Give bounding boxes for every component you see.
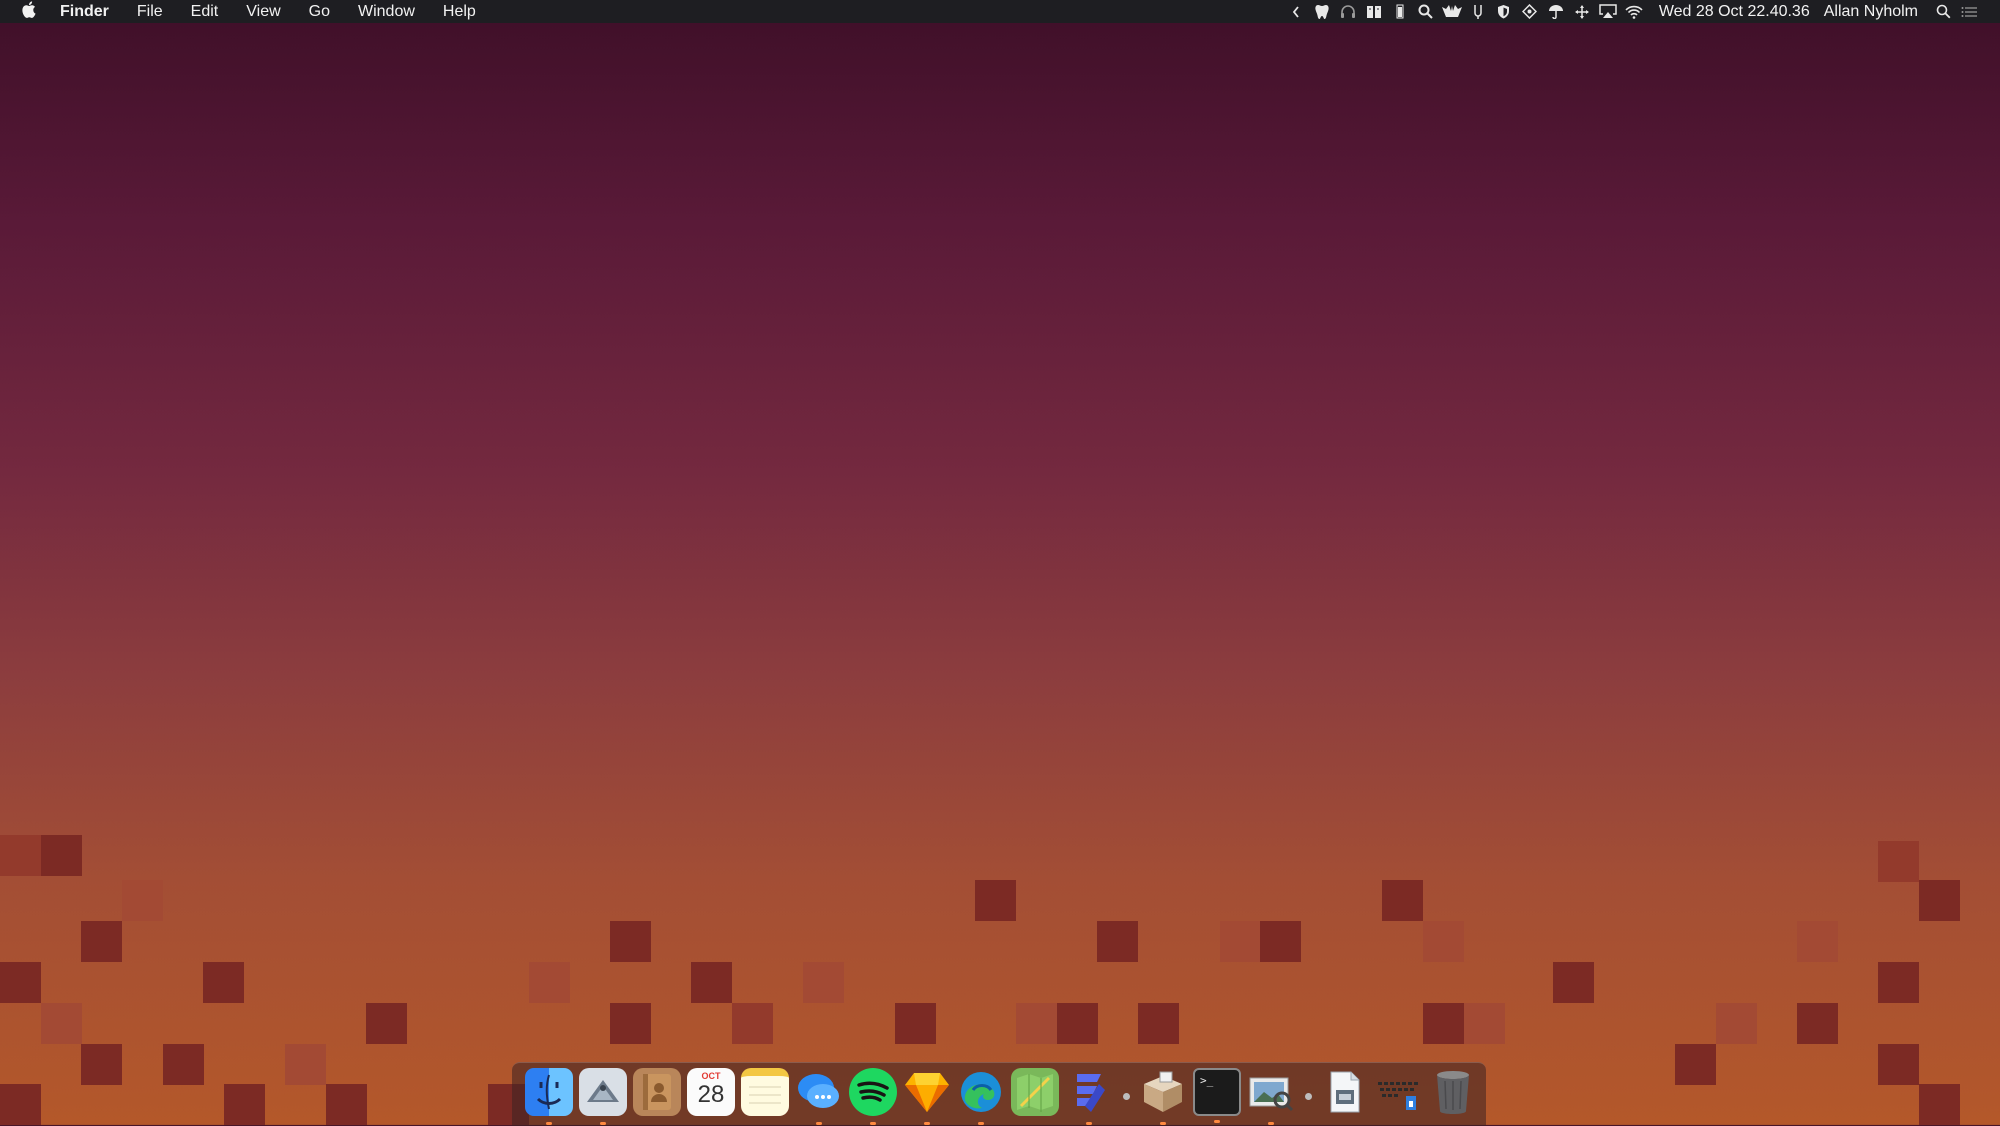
wallpaper-block [803, 962, 844, 1003]
wallpaper-block [1797, 921, 1838, 962]
dock-items: OCT 28 >_ [512, 1063, 1486, 1126]
menu-edit[interactable]: Edit [177, 0, 233, 23]
wallpaper-block [1423, 1003, 1464, 1044]
calendar-month: OCT [701, 1071, 721, 1081]
edge-browser-icon[interactable] [957, 1068, 1005, 1125]
wallpaper-block [41, 835, 82, 876]
notes-icon[interactable] [741, 1068, 789, 1116]
wallpaper-block [1878, 962, 1919, 1003]
wallpaper-block [1382, 880, 1423, 921]
wallpaper-block [732, 1003, 773, 1044]
terminal-icon[interactable]: >_ [1193, 1068, 1241, 1123]
menu-help[interactable]: Help [429, 0, 490, 23]
wifi-icon[interactable] [1621, 0, 1647, 23]
wallpaper-block [1878, 841, 1919, 882]
wallpaper-block [81, 921, 122, 962]
wallpaper-block [610, 921, 651, 962]
chevron-left-icon[interactable] [1283, 0, 1309, 23]
sketch-diamond-icon[interactable] [903, 1068, 951, 1125]
diamond-icon[interactable] [1517, 0, 1543, 23]
wallpaper-block [0, 1084, 41, 1125]
wallpaper-block [1423, 921, 1464, 962]
wallpaper-block [1553, 962, 1594, 1003]
tooth-icon[interactable] [1309, 0, 1335, 23]
wallpaper-block [975, 880, 1016, 921]
menu-user-name[interactable]: Allan Nyholm [1818, 3, 1930, 21]
contacts-book-icon[interactable] [633, 1068, 681, 1116]
book-icon[interactable] [1361, 0, 1387, 23]
menu-file[interactable]: File [123, 0, 177, 23]
wallpaper-block [895, 1003, 936, 1044]
wallpaper-block [0, 835, 41, 876]
usb-icon[interactable] [1465, 0, 1491, 23]
running-indicator [1214, 1120, 1220, 1123]
chat-bubbles-icon[interactable] [795, 1068, 843, 1125]
wallpaper-block [1919, 1084, 1960, 1125]
headphones-icon[interactable] [1335, 0, 1361, 23]
keyboard-icon[interactable] [1375, 1068, 1423, 1116]
wallpaper-block [122, 880, 163, 921]
spotify-icon[interactable] [849, 1068, 897, 1125]
wallpaper-block [0, 962, 41, 1003]
wallpaper-block [1716, 1003, 1757, 1044]
wallpaper-block [1138, 1003, 1179, 1044]
dock-separator [1120, 1063, 1132, 1121]
wallpaper-block [1878, 1044, 1919, 1085]
menu-go[interactable]: Go [295, 0, 344, 23]
wallpaper-block [1220, 921, 1261, 962]
menu-bar: Finder File Edit View Go Window Help Wed… [0, 0, 2000, 23]
menu-window[interactable]: Window [344, 0, 429, 23]
terminal-prompt: >_ [1200, 1074, 1214, 1087]
document-icon[interactable] [1321, 1068, 1369, 1116]
wallpaper-pattern [0, 0, 2000, 1125]
menu-clock[interactable]: Wed 28 Oct 22.40.36 [1647, 3, 1818, 21]
move-arrows-icon[interactable] [1569, 0, 1595, 23]
wallpaper-block [1260, 921, 1301, 962]
wallpaper-block [1675, 1044, 1716, 1085]
search-bolt-icon[interactable] [1413, 0, 1439, 23]
eagle-mail-icon[interactable] [579, 1068, 627, 1125]
apple-logo-icon[interactable] [18, 0, 38, 23]
wallpaper-block [326, 1084, 367, 1125]
maps-icon[interactable] [1011, 1068, 1059, 1116]
wallpaper-block [1057, 1003, 1098, 1044]
hands-icon[interactable] [1439, 0, 1465, 23]
wallpaper-block [1097, 921, 1138, 962]
menu-view[interactable]: View [232, 0, 294, 23]
calendar-day: 28 [697, 1081, 725, 1108]
dock: OCT 28 >_ [512, 1062, 1486, 1126]
wallpaper-block [224, 1084, 265, 1125]
shield-icon[interactable] [1491, 0, 1517, 23]
wallpaper-block [1464, 1003, 1505, 1044]
wallpaper-block [1797, 1003, 1838, 1044]
calendar-icon[interactable]: OCT 28 [687, 1068, 735, 1116]
wallpaper-block [691, 962, 732, 1003]
finder-icon[interactable] [525, 1068, 573, 1125]
preview-photos-icon[interactable] [1247, 1068, 1295, 1125]
menu-bar-right: Wed 28 Oct 22.40.36 Allan Nyholm [1283, 0, 2000, 23]
airplay-icon[interactable] [1595, 0, 1621, 23]
wallpaper-block [1016, 1003, 1057, 1044]
battery-icon[interactable] [1387, 0, 1413, 23]
wallpaper-block [81, 1044, 122, 1085]
wallpaper-block [1919, 880, 1960, 921]
dock-separator [1302, 1063, 1314, 1121]
wallpaper-block [41, 1003, 82, 1044]
wallpaper-block [203, 962, 244, 1003]
wallpaper-block [366, 1003, 407, 1044]
menu-app-name[interactable]: Finder [56, 0, 123, 23]
package-icon[interactable] [1139, 1068, 1187, 1125]
wallpaper-block [163, 1044, 204, 1085]
magnifier-icon[interactable] [1930, 0, 1956, 23]
wallpaper-block [610, 1003, 651, 1044]
wallpaper-block [285, 1044, 326, 1085]
wallpaper-block [529, 962, 570, 1003]
umbrella-icon[interactable] [1543, 0, 1569, 23]
list-icon[interactable] [1956, 0, 1982, 23]
text-lines-icon[interactable] [1065, 1068, 1113, 1125]
trash-icon[interactable] [1429, 1068, 1477, 1116]
menu-bar-left: Finder File Edit View Go Window Help [0, 0, 490, 23]
